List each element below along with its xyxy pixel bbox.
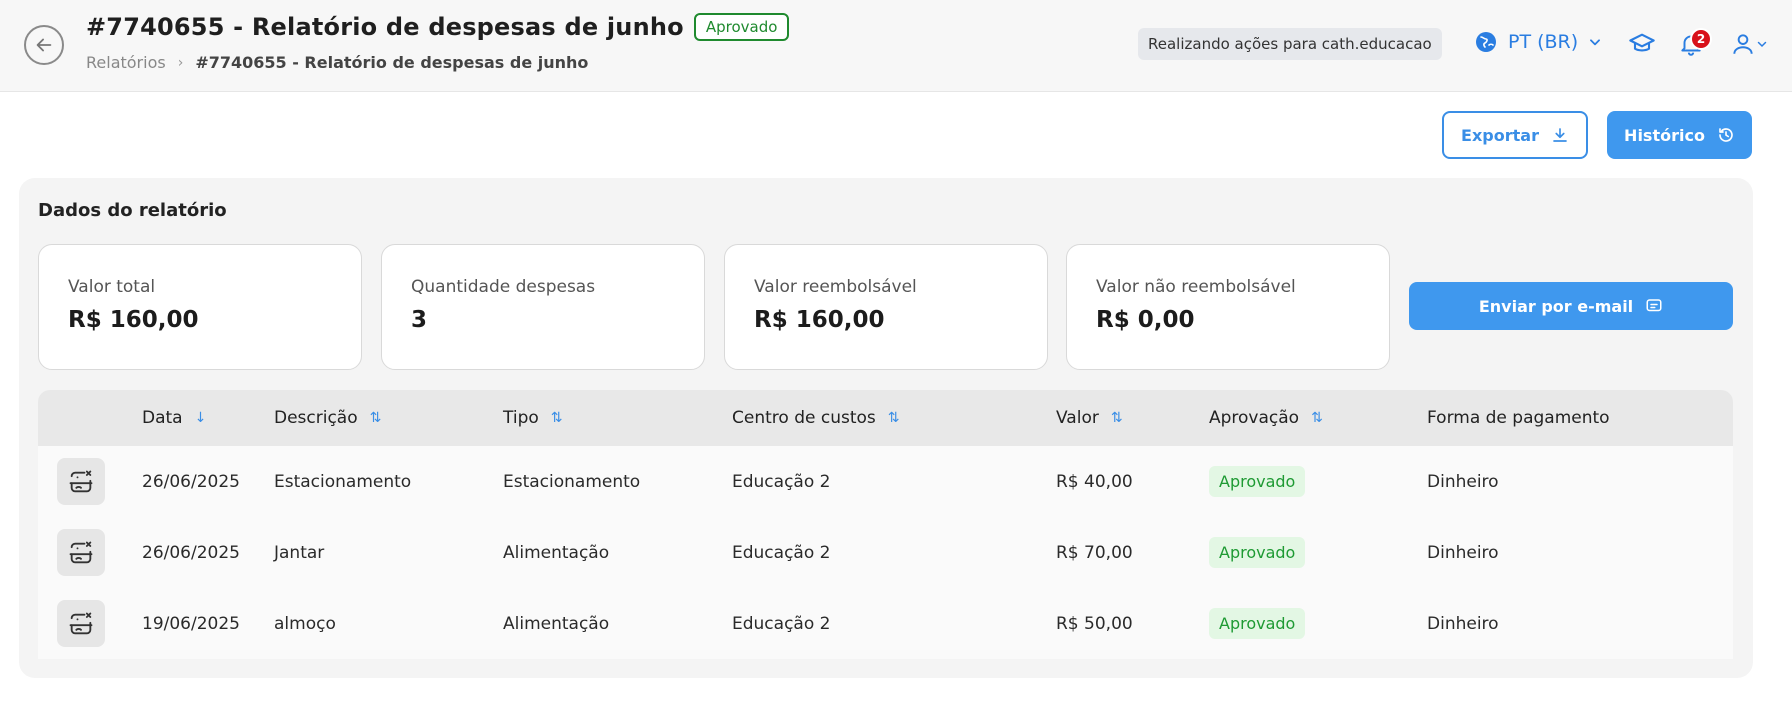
no-receipt-icon [69, 470, 93, 492]
card-label: Valor reembolsável [754, 277, 917, 297]
card-value: R$ 160,00 [754, 307, 885, 333]
column-header-type[interactable]: Tipo ⇅ [503, 390, 563, 446]
email-icon [1646, 299, 1662, 312]
column-label: Forma de pagamento [1427, 408, 1610, 428]
cell-approval: Aprovado [1209, 588, 1306, 659]
cell-value: R$ 70,00 [1056, 542, 1133, 563]
approval-badge: Aprovado [1209, 466, 1306, 497]
sort-down-icon[interactable]: ↓ [195, 410, 207, 426]
cell-date: 26/06/2025 [142, 542, 240, 563]
cell-type: Alimentação [503, 542, 610, 563]
send-email-label: Enviar por e-mail [1478, 296, 1634, 316]
sort-icon[interactable]: ⇅ [1311, 410, 1323, 426]
summary-card-non-reimbursable: Valor não reembolsável R$ 0,00 [1066, 244, 1390, 370]
back-button[interactable] [24, 25, 64, 65]
history-label: Histórico [1624, 125, 1705, 145]
cell-approval: Aprovado [1209, 446, 1306, 517]
no-receipt-button[interactable] [57, 600, 105, 647]
summary-card-total: Valor total R$ 160,00 [38, 244, 362, 370]
courses-button[interactable] [1626, 28, 1658, 60]
cell-cost-center: Educação 2 [732, 613, 831, 634]
expenses-table: Data ↓ Descrição ⇅ Tipo ⇅ Centro de cust… [38, 390, 1733, 659]
cell-description: almoço [274, 613, 336, 634]
card-label: Quantidade despesas [411, 277, 596, 297]
chevron-down-icon [1590, 39, 1601, 46]
no-receipt-icon [69, 612, 93, 634]
acting-as-badge: Realizando ações para cath.educacao [1138, 28, 1442, 60]
sort-icon[interactable]: ⇅ [551, 410, 563, 426]
table-header: Data ↓ Descrição ⇅ Tipo ⇅ Centro de cust… [38, 390, 1733, 446]
column-header-value[interactable]: Valor ⇅ [1056, 390, 1123, 446]
column-label: Aprovação [1209, 408, 1300, 428]
breadcrumb-reports-link[interactable]: Relatórios [86, 53, 166, 72]
cell-date: 26/06/2025 [142, 471, 240, 492]
cell-type: Estacionamento [503, 471, 641, 492]
cell-approval: Aprovado [1209, 517, 1306, 588]
page-title: #7740655 - Relatório de despesas de junh… [86, 13, 684, 41]
cell-value: R$ 40,00 [1056, 471, 1133, 492]
breadcrumb: Relatórios › #7740655 - Relatório de des… [86, 53, 588, 72]
chevron-down-icon [1757, 41, 1767, 48]
language-label: PT (BR) [1508, 31, 1579, 53]
sort-icon[interactable]: ⇅ [1111, 410, 1123, 426]
user-icon [1733, 34, 1753, 54]
column-label: Tipo [503, 408, 539, 428]
history-icon [1719, 128, 1733, 142]
graduation-cap-icon [1629, 33, 1655, 52]
column-label: Descrição [274, 408, 358, 428]
cell-value: R$ 50,00 [1056, 613, 1133, 634]
column-header-cost-center[interactable]: Centro de custos ⇅ [732, 390, 899, 446]
column-header-description[interactable]: Descrição ⇅ [274, 390, 381, 446]
chevron-right-icon: › [177, 54, 184, 71]
column-label: Centro de custos [732, 408, 876, 428]
table-row[interactable]: 26/06/2025 Jantar Alimentação Educação 2… [38, 517, 1733, 588]
sort-icon[interactable]: ⇅ [370, 410, 382, 426]
top-bar: #7740655 - Relatório de despesas de junh… [0, 0, 1792, 92]
cell-payment: Dinheiro [1427, 471, 1499, 492]
history-button[interactable]: Histórico [1607, 111, 1752, 159]
language-selector[interactable]: PT (BR) [1474, 30, 1602, 54]
column-label: Data [142, 408, 183, 428]
card-label: Valor total [68, 277, 156, 297]
column-header-payment: Forma de pagamento [1427, 390, 1610, 446]
cell-type: Alimentação [503, 613, 610, 634]
user-menu-button[interactable] [1725, 28, 1773, 60]
summary-card-count: Quantidade despesas 3 [381, 244, 705, 370]
export-button[interactable]: Exportar [1442, 111, 1588, 159]
report-panel: Dados do relatório Valor total R$ 160,00… [19, 178, 1753, 678]
column-header-date[interactable]: Data ↓ [142, 390, 206, 446]
summary-card-reimbursable: Valor reembolsável R$ 160,00 [724, 244, 1048, 370]
cell-description: Jantar [274, 542, 325, 563]
column-label: Valor [1056, 408, 1099, 428]
column-header-approval[interactable]: Aprovação ⇅ [1209, 390, 1323, 446]
no-receipt-button[interactable] [57, 458, 105, 505]
card-value: R$ 160,00 [68, 307, 199, 333]
table-row[interactable]: 19/06/2025 almoço Alimentação Educação 2… [38, 588, 1733, 659]
globe-icon [1476, 32, 1496, 52]
sort-icon[interactable]: ⇅ [888, 410, 900, 426]
card-label: Valor não reembolsável [1096, 277, 1296, 297]
approval-badge: Aprovado [1209, 608, 1306, 639]
export-label: Exportar [1461, 125, 1539, 145]
card-value: 3 [411, 307, 428, 333]
cell-payment: Dinheiro [1427, 542, 1499, 563]
cell-description: Estacionamento [274, 471, 412, 492]
table-row[interactable]: 26/06/2025 Estacionamento Estacionamento… [38, 446, 1733, 517]
approval-badge: Aprovado [1209, 537, 1306, 568]
download-icon [1553, 128, 1567, 142]
no-receipt-button[interactable] [57, 529, 105, 576]
status-badge: Aprovado [693, 13, 790, 41]
breadcrumb-current: #7740655 - Relatório de despesas de junh… [195, 53, 589, 72]
no-receipt-icon [69, 541, 93, 563]
notification-count-badge: 2 [1690, 28, 1712, 50]
arrow-left-icon [36, 38, 52, 52]
cell-cost-center: Educação 2 [732, 542, 831, 563]
title-row: #7740655 - Relatório de despesas de junh… [86, 13, 790, 41]
report-section-title: Dados do relatório [38, 200, 227, 221]
send-email-button[interactable]: Enviar por e-mail [1409, 282, 1733, 330]
cell-payment: Dinheiro [1427, 613, 1499, 634]
cell-cost-center: Educação 2 [732, 471, 831, 492]
cell-date: 19/06/2025 [142, 613, 240, 634]
card-value: R$ 0,00 [1096, 307, 1195, 333]
